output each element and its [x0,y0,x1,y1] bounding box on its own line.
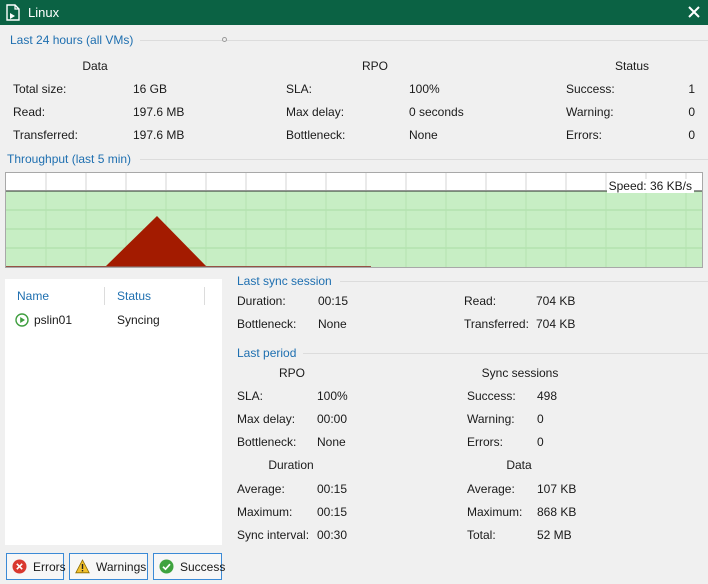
window-title: Linux [28,5,60,20]
period-warning-value: 0 [537,412,544,426]
summary-status-header: Status [614,59,650,73]
data-total-value: 52 MB [537,528,572,542]
error-icon [12,559,27,574]
column-separator[interactable] [204,287,205,305]
warning-count: 0 [688,105,695,119]
divider [140,159,708,160]
sync-bottleneck-label: Bottleneck: [237,317,297,331]
period-warning-label: Warning: [467,412,515,426]
errors-filter-label: Errors [33,560,66,574]
warning-label: Warning: [566,105,614,119]
sync-transferred-label: Transferred: [464,317,529,331]
column-separator[interactable] [104,287,105,305]
success-count: 1 [688,82,695,96]
period-data-header: Data [506,458,532,472]
period-max-delay-value: 00:00 [317,412,348,426]
duration-average-label: Average: [237,482,285,496]
sync-transferred-value: 704 KB [536,317,576,331]
period-errors-value: 0 [537,435,544,449]
speed-label: Speed: 36 KB/s [606,179,694,193]
warning-icon [75,559,90,574]
vm-row-pslin01[interactable]: pslin01 Syncing [15,312,215,330]
period-sla-value: 100% [317,389,348,403]
vm-name: pslin01 [34,313,73,327]
data-average-value: 107 KB [537,482,577,496]
period-duration-header: Duration [268,458,314,472]
sync-interval-value: 00:30 [317,528,348,542]
vm-list: Name Status pslin01 Syncing [5,279,222,545]
read-label: Read: [13,105,46,119]
splitter-handle[interactable] [222,37,227,42]
data-maximum-label: Maximum: [467,505,523,519]
success-filter-button[interactable]: Success [153,553,226,580]
total-size-label: Total size: [13,82,67,96]
period-success-label: Success: [467,389,516,403]
period-bottleneck-label: Bottleneck: [237,435,297,449]
period-bottleneck-value: None [317,435,346,449]
period-sla-label: SLA: [237,389,264,403]
vm-status: Syncing [117,313,160,327]
transferred-value: 197.6 MB [133,128,185,142]
max-delay-label: Max delay: [286,105,345,119]
period-success-value: 498 [537,389,558,403]
sync-read-label: Read: [464,294,497,308]
summary-rpo-header: RPO [361,59,388,73]
divider [303,353,708,354]
sync-duration-label: Duration: [237,294,286,308]
data-total-label: Total: [467,528,496,542]
throughput-chart: Speed: 36 KB/s [5,172,703,268]
document-icon [6,4,20,21]
last-sync-title: Last sync session [237,274,332,288]
close-icon[interactable] [684,2,704,22]
sync-duration-value: 00:15 [318,294,349,308]
warnings-filter-button[interactable]: Warnings [69,553,148,580]
data-maximum-value: 868 KB [537,505,577,519]
success-icon [159,559,174,574]
period-max-delay-label: Max delay: [237,412,296,426]
duration-maximum-label: Maximum: [237,505,293,519]
sla-value: 100% [409,82,440,96]
sync-read-value: 704 KB [536,294,576,308]
max-delay-value: 0 seconds [409,105,464,119]
title-bar: Linux [0,0,708,25]
period-errors-label: Errors: [467,435,503,449]
column-header-name[interactable]: Name [17,289,49,303]
read-value: 197.6 MB [133,105,185,119]
throughput-title: Throughput (last 5 min) [7,152,132,166]
summary-data-header: Data [82,59,108,73]
column-header-status[interactable]: Status [117,289,151,303]
errors-label: Errors: [566,128,602,142]
play-circle-icon [15,313,29,327]
throughput-graph [6,173,702,267]
data-average-label: Average: [467,482,515,496]
duration-average-value: 00:15 [317,482,348,496]
duration-maximum-value: 00:15 [317,505,348,519]
summary-title: Last 24 hours (all VMs) [10,33,134,47]
transferred-label: Transferred: [13,128,78,142]
sla-label: SLA: [286,82,313,96]
errors-count: 0 [688,128,695,142]
sync-interval-label: Sync interval: [237,528,310,542]
period-rpo-header: RPO [278,366,305,380]
warnings-filter-label: Warnings [96,560,147,574]
bottleneck-label: Bottleneck: [286,128,346,142]
errors-filter-button[interactable]: Errors [6,553,66,580]
success-label: Success: [566,82,615,96]
sync-bottleneck-value: None [318,317,347,331]
success-filter-label: Success [180,560,226,574]
bottleneck-value: None [409,128,438,142]
period-sync-sessions-header: Sync sessions [481,366,559,380]
divider [340,281,708,282]
last-period-title: Last period [237,346,297,360]
total-size-value: 16 GB [133,82,168,96]
